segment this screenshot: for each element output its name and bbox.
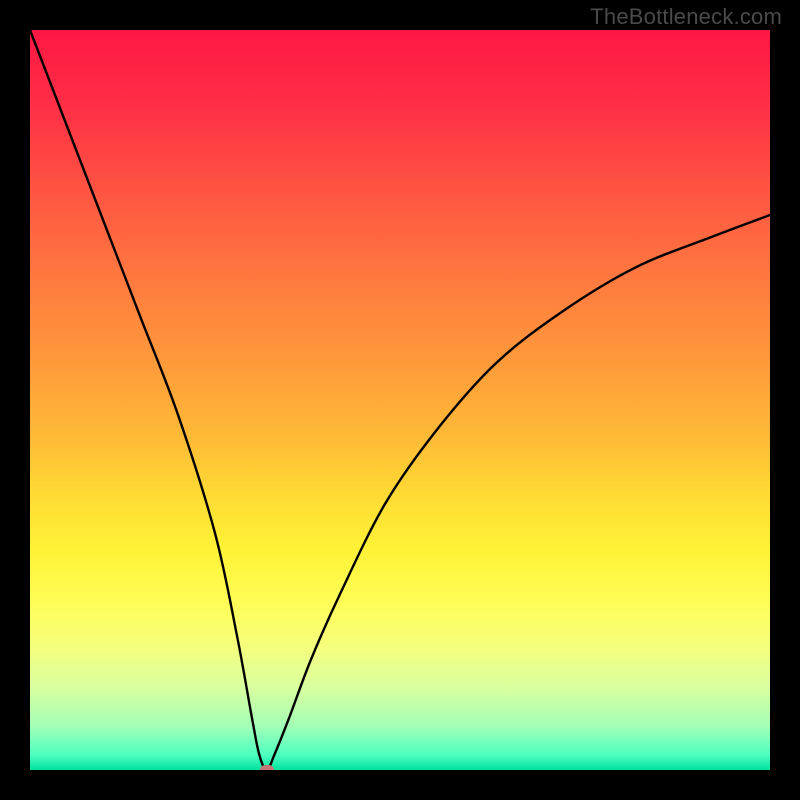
- bottleneck-curve-line: [30, 30, 770, 770]
- watermark-text: TheBottleneck.com: [590, 4, 782, 30]
- curve-layer: [30, 30, 770, 770]
- chart-container: TheBottleneck.com: [0, 0, 800, 800]
- plot-area: [30, 30, 770, 770]
- minimum-marker: [260, 765, 274, 770]
